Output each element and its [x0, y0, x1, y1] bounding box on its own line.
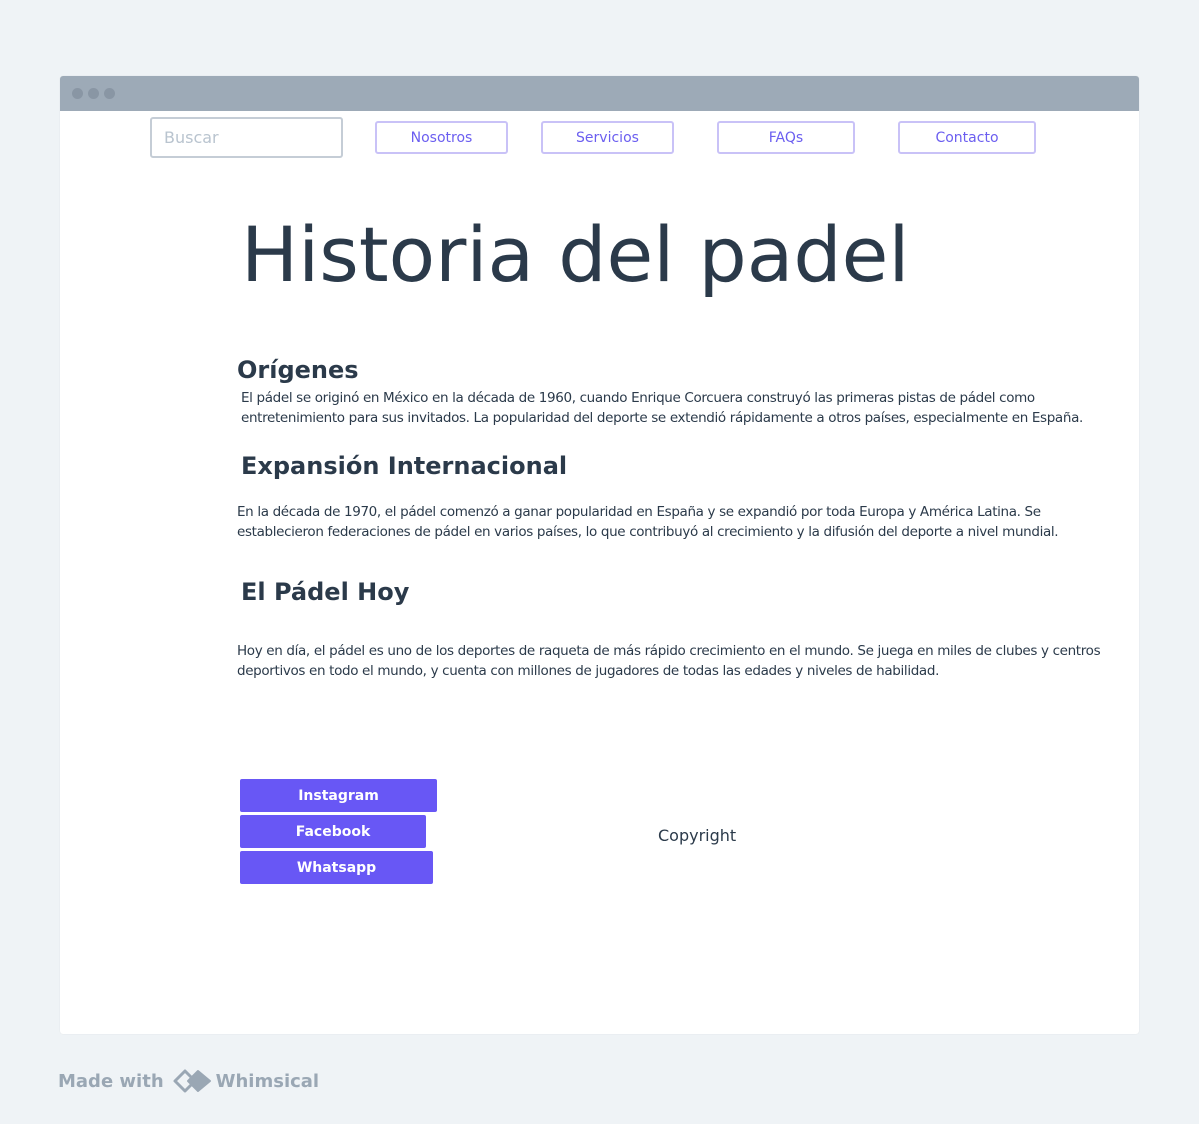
nav-button-nosotros[interactable]: Nosotros: [375, 121, 508, 154]
whatsapp-button[interactable]: Whatsapp: [240, 851, 433, 884]
section-heading-padel-hoy: El Pádel Hoy: [241, 578, 410, 606]
whimsical-brand-label: Whimsical: [215, 1070, 320, 1092]
made-with-label: Made with: [58, 1070, 164, 1092]
window-dot-icon: [88, 88, 99, 99]
window-titlebar: [60, 76, 1139, 111]
search-input[interactable]: [150, 117, 343, 158]
nav-button-contacto[interactable]: Contacto: [898, 121, 1036, 154]
section-text-padel-hoy: Hoy en día, el pádel es uno de los depor…: [237, 643, 1101, 679]
copyright-text: Copyright: [658, 826, 737, 845]
section-heading-origenes: Orígenes: [237, 356, 359, 384]
browser-window: Nosotros Servicios FAQs Contacto Histori…: [60, 76, 1139, 1034]
window-dot-icon: [72, 88, 83, 99]
section-heading-expansion: Expansión Internacional: [241, 452, 568, 480]
made-with-whimsical[interactable]: Made with Whimsical: [58, 1066, 319, 1096]
nav-button-faqs[interactable]: FAQs: [717, 121, 855, 154]
instagram-button[interactable]: Instagram: [240, 779, 437, 812]
nav-button-servicios[interactable]: Servicios: [541, 121, 674, 154]
section-text-expansion: En la década de 1970, el pádel comenzó a…: [237, 504, 1059, 540]
section-text-origenes: El pádel se originó en México en la déca…: [241, 390, 1083, 426]
facebook-button[interactable]: Facebook: [240, 815, 426, 848]
window-dot-icon: [104, 88, 115, 99]
page-title: Historia del padel: [241, 210, 910, 299]
whimsical-logo-icon: [173, 1069, 211, 1093]
